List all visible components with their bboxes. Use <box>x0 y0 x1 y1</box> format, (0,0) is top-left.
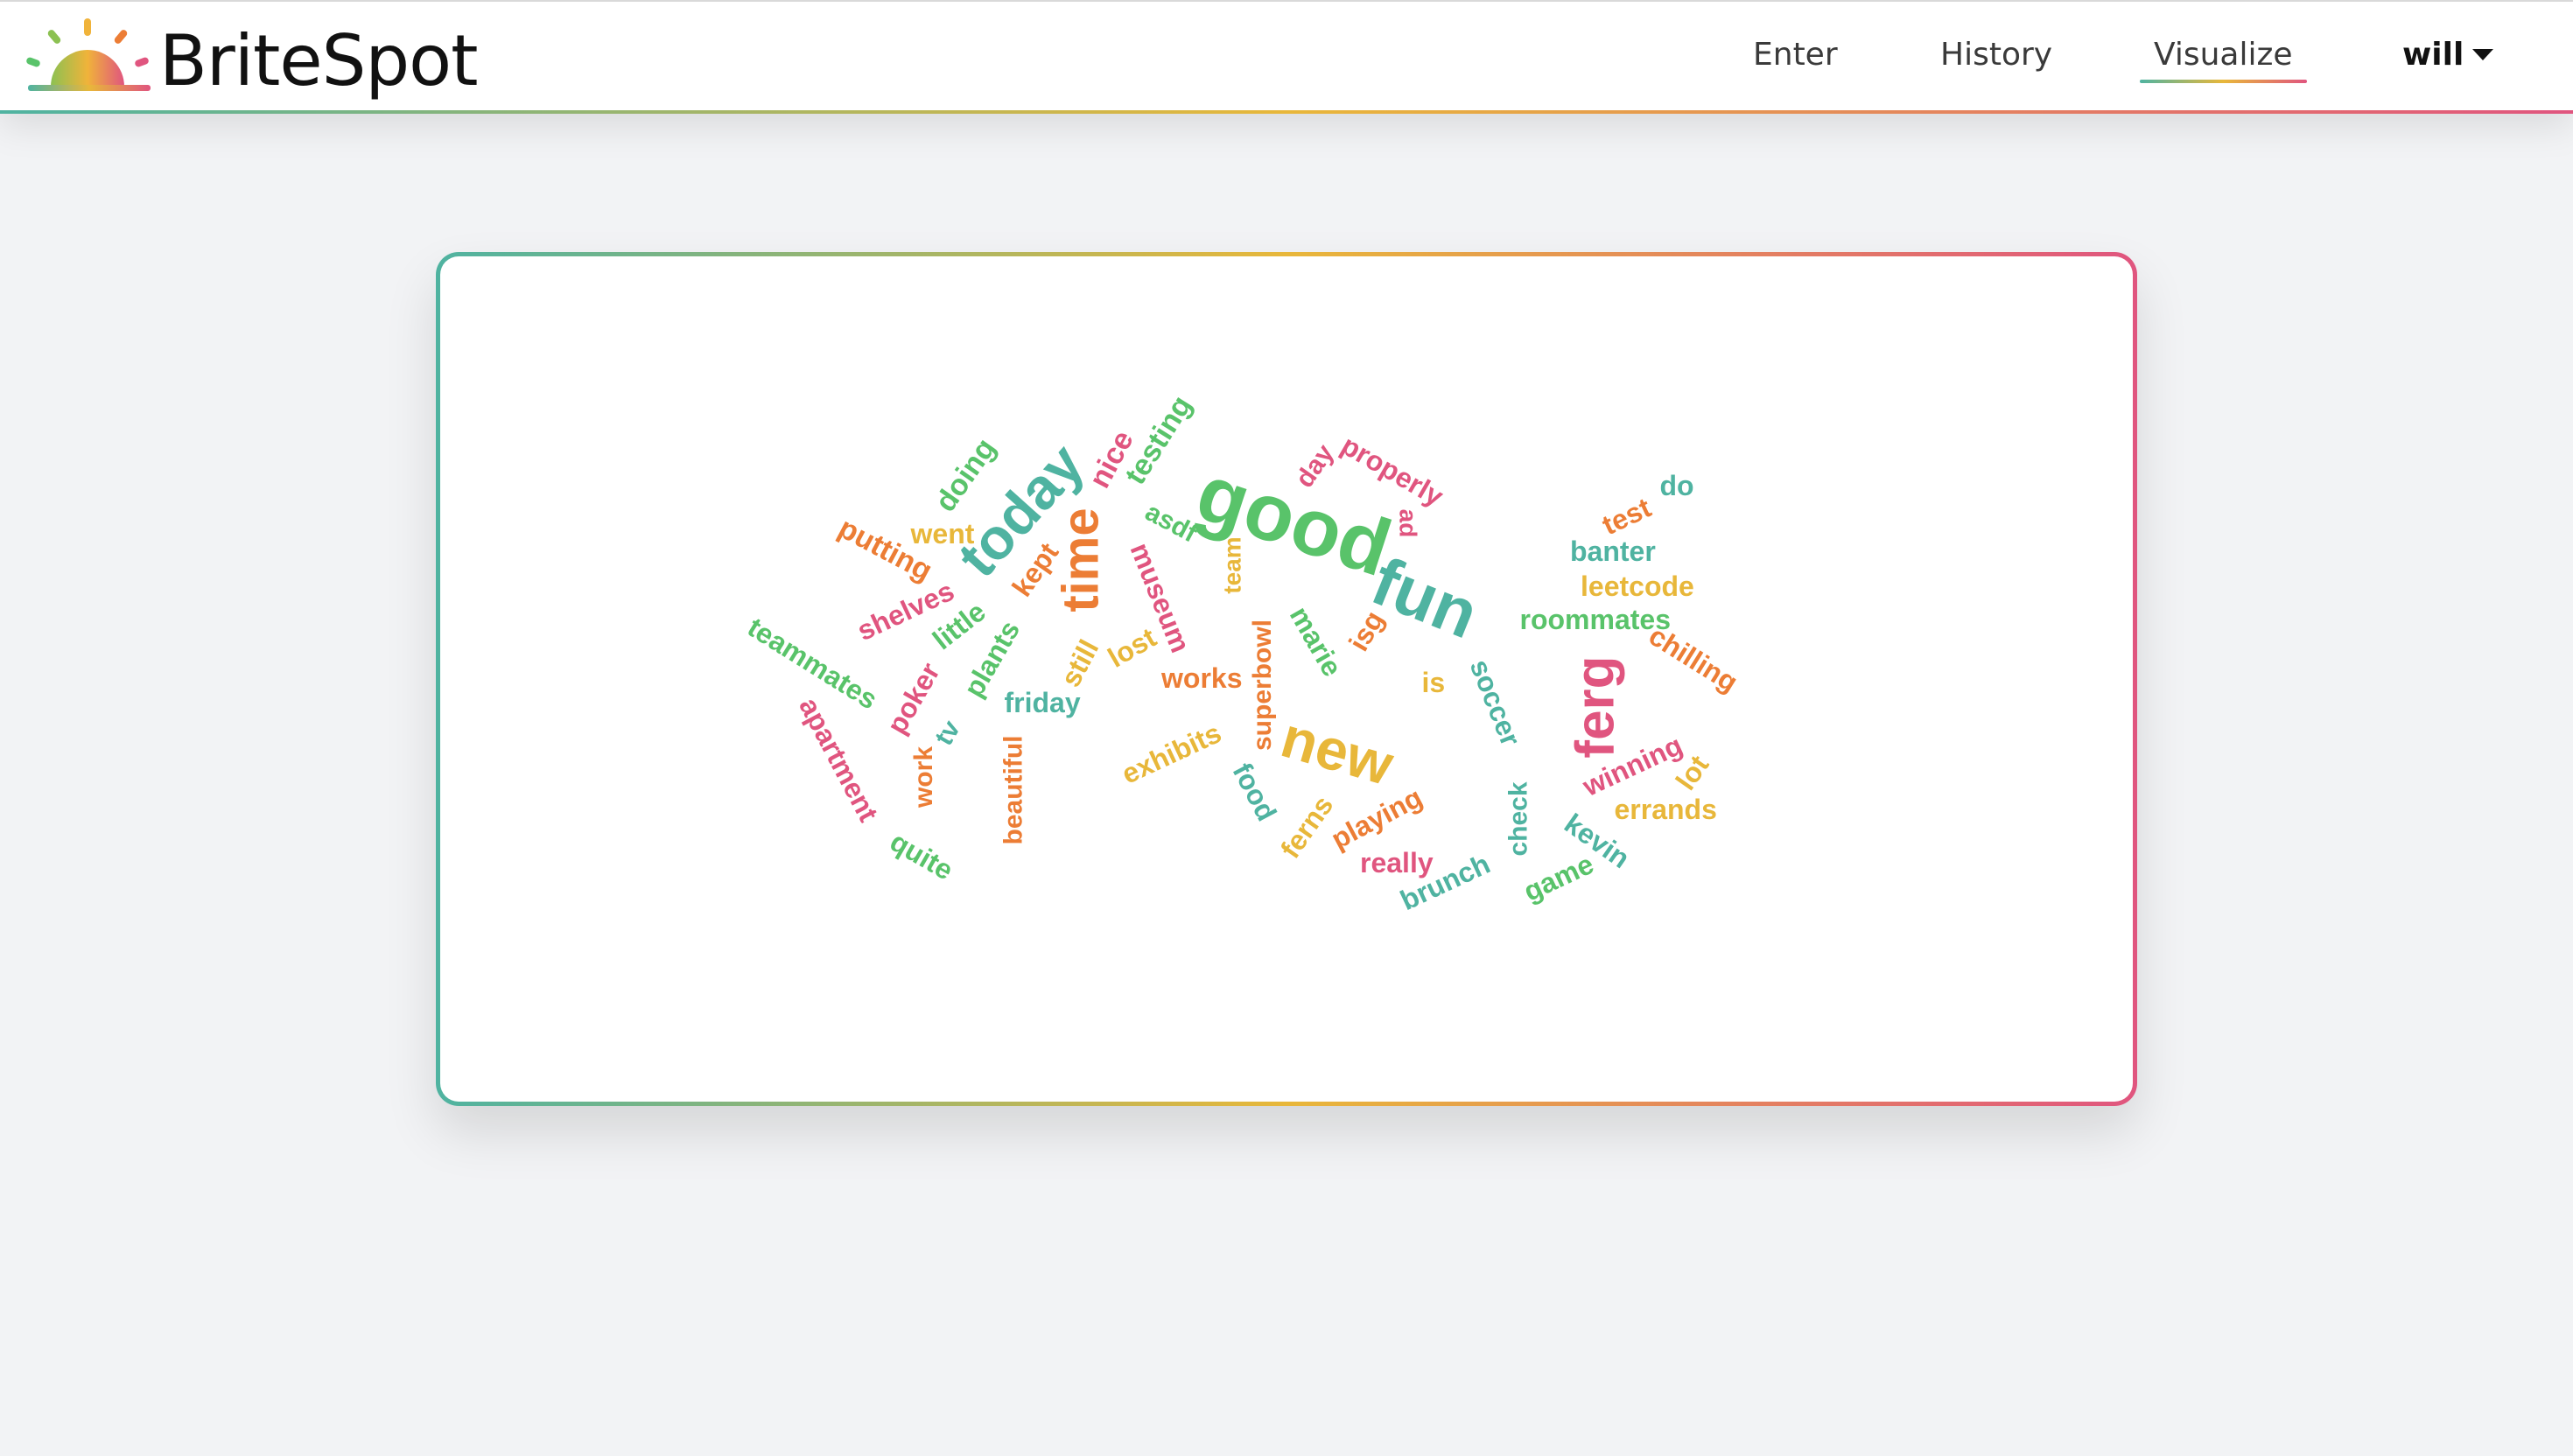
word-cloud-word-ad: ad <box>1393 508 1421 538</box>
user-name: will <box>2402 37 2464 73</box>
word-cloud-word-went: went <box>910 518 975 550</box>
word-cloud-word-still: still <box>1054 634 1104 692</box>
nav-enter-link[interactable]: Enter <box>1753 37 1838 73</box>
word-cloud: good fun today time ferg new testing nice doing w… <box>440 256 2133 1102</box>
brand-name: BriteSpot <box>159 19 478 102</box>
word-cloud-word-quite: quite <box>885 825 959 886</box>
word-cloud-word-game: game <box>1518 848 1599 907</box>
word-cloud-word-work: work <box>909 746 939 808</box>
word-cloud-word-food: food <box>1225 757 1283 827</box>
word-cloud-word-tv: tv <box>929 715 966 751</box>
word-cloud-word-time: time <box>1052 508 1110 612</box>
nav-history-link[interactable]: History <box>1940 37 2052 73</box>
word-cloud-card: good fun today time ferg new testing nice doing w… <box>436 252 2137 1106</box>
word-cloud-word-leetcode: leetcode <box>1581 570 1694 602</box>
word-cloud-word-roommates: roommates <box>1519 604 1672 635</box>
word-cloud-word-friday: friday <box>1004 687 1081 718</box>
word-cloud-word-errands: errands <box>1614 794 1717 825</box>
word-cloud-word-new: new <box>1274 704 1401 798</box>
word-cloud-word-lost: lost <box>1102 621 1161 674</box>
word-cloud-word-check: check <box>1504 781 1533 857</box>
word-cloud-word-is: is <box>1421 667 1446 698</box>
word-cloud-word-superbowl: superbowl <box>1248 619 1278 752</box>
user-dropdown-toggle[interactable]: will <box>2402 37 2494 73</box>
brand-logo-link[interactable]: BriteSpot <box>25 12 478 108</box>
word-cloud-word-beautiful: beautiful <box>999 735 1027 845</box>
word-cloud-word-soccer: soccer <box>1463 654 1527 751</box>
sunrise-logo-icon <box>25 17 156 104</box>
word-cloud-word-works: works <box>1161 662 1243 694</box>
word-cloud-word-test: test <box>1596 491 1656 542</box>
word-cloud-word-marie: marie <box>1283 601 1349 682</box>
word-cloud-word-exhibits: exhibits <box>1116 717 1226 790</box>
word-cloud-word-team: team <box>1218 536 1246 594</box>
word-cloud-word-banter: banter <box>1570 536 1656 567</box>
word-cloud-word-apartment: apartment <box>792 692 885 827</box>
word-cloud-word-chilling: chilling <box>1643 620 1744 698</box>
nav-visualize-link[interactable]: Visualize <box>2140 37 2307 83</box>
word-cloud-word-ferg: ferg <box>1565 655 1626 759</box>
caret-down-icon <box>2472 49 2494 60</box>
word-cloud-word-really: really <box>1360 847 1434 878</box>
navbar-gradient-underline <box>0 110 2573 114</box>
top-navbar: BriteSpot Enter History Visualize will <box>0 0 2573 114</box>
word-cloud-word-do: do <box>1659 470 1694 501</box>
